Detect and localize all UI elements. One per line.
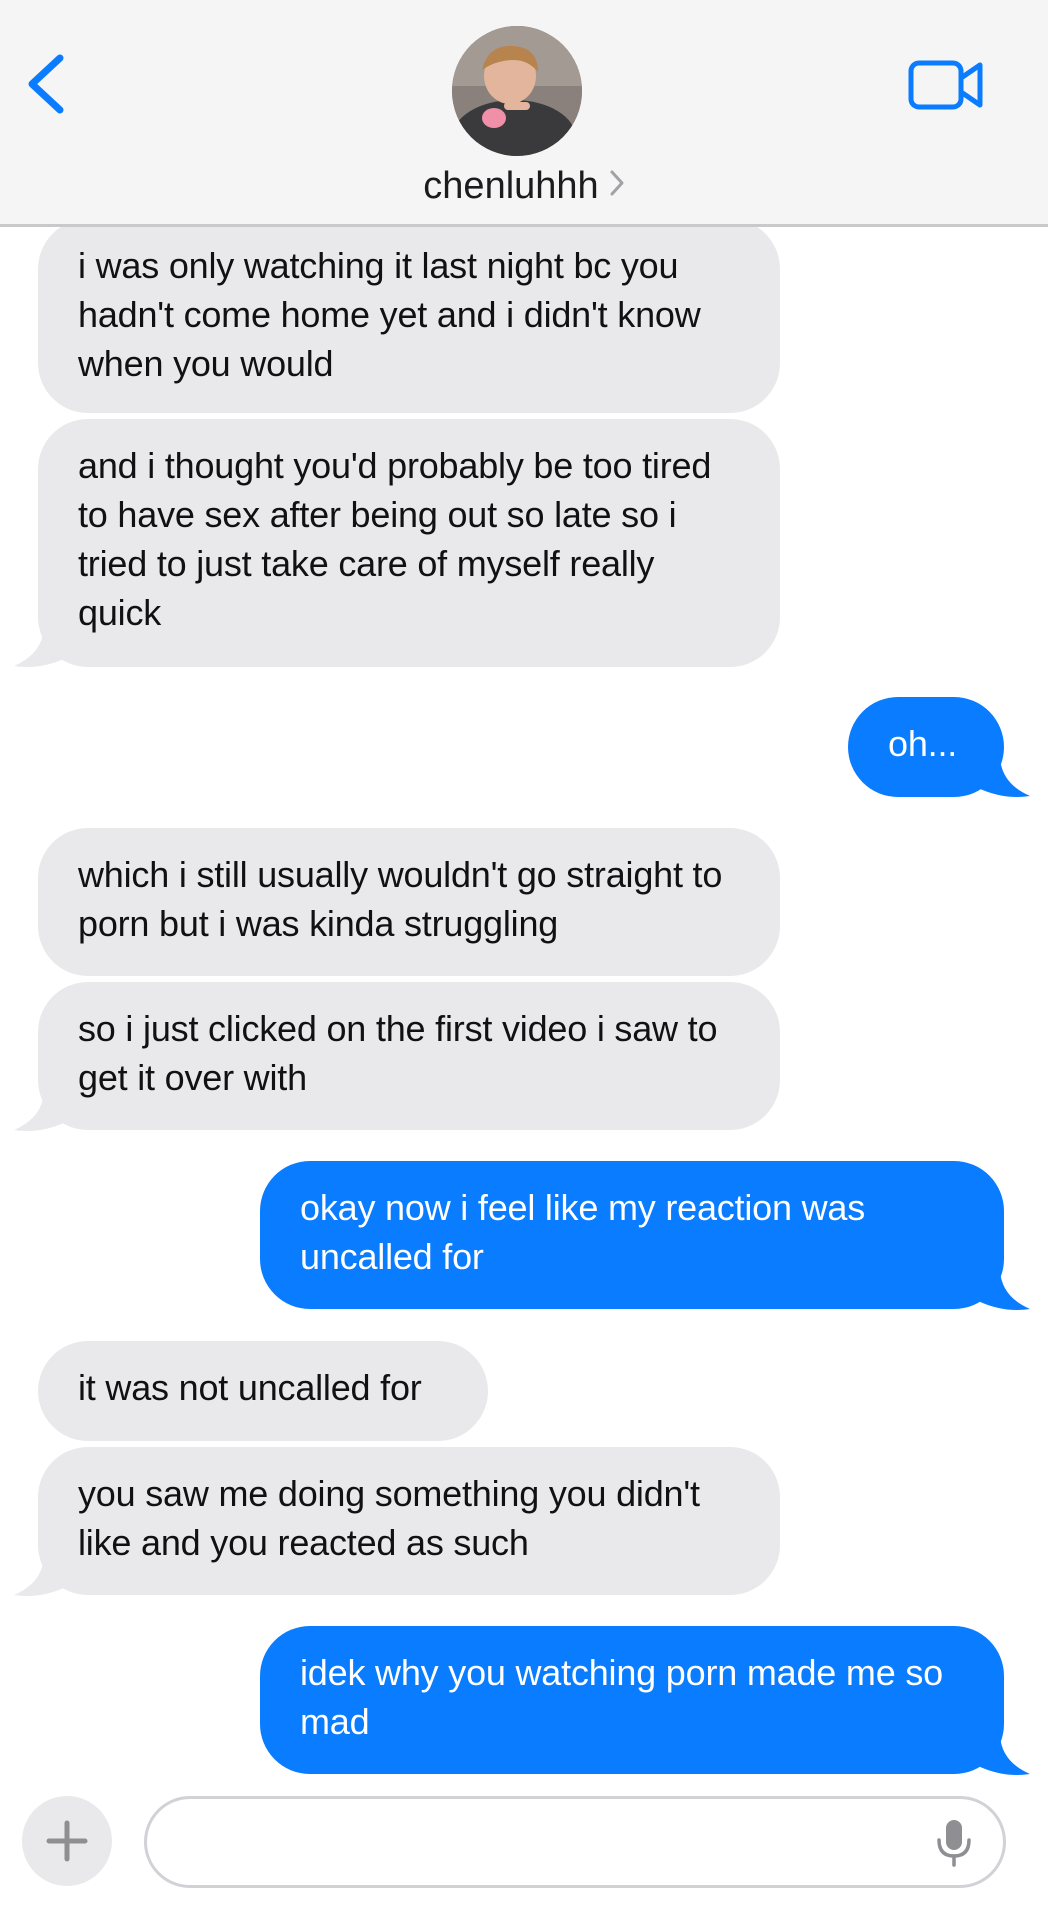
plus-icon: [46, 1820, 88, 1862]
apps-plus-button[interactable]: [22, 1796, 112, 1886]
contact-name-button[interactable]: chenluhhh: [0, 160, 1048, 212]
incoming-message[interactable]: you saw me doing something you didn't li…: [38, 1447, 780, 1595]
message-text: idek why you watching porn made me so ma…: [300, 1652, 943, 1742]
message-text: i was only watching it last night bc you…: [78, 245, 701, 384]
incoming-message[interactable]: i was only watching it last night bc you…: [38, 219, 780, 413]
bubble-tail: [14, 1092, 66, 1131]
bubble-tail: [978, 1736, 1030, 1775]
dictation-button[interactable]: [934, 1818, 974, 1868]
message-text: okay now i feel like my reaction was unc…: [300, 1187, 866, 1277]
message-text: and i thought you'd probably be too tire…: [78, 445, 712, 633]
incoming-message[interactable]: it was not uncalled for: [38, 1341, 488, 1441]
bubble-tail: [978, 1271, 1030, 1310]
message-text: so i just clicked on the first video i s…: [78, 1008, 718, 1098]
contact-name: chenluhhh: [423, 165, 599, 207]
message-text: oh...: [888, 723, 958, 764]
incoming-message[interactable]: which i still usually wouldn't go straig…: [38, 828, 780, 976]
outgoing-message[interactable]: okay now i feel like my reaction was unc…: [260, 1161, 1004, 1309]
video-call-button[interactable]: [908, 58, 984, 112]
message-text: you saw me doing something you didn't li…: [78, 1473, 700, 1563]
back-button[interactable]: [22, 52, 72, 116]
microphone-icon: [937, 1820, 971, 1867]
chevron-left-icon: [28, 54, 64, 114]
incoming-message[interactable]: and i thought you'd probably be too tire…: [38, 419, 780, 667]
message-text: which i still usually wouldn't go straig…: [78, 854, 723, 944]
conversation-header: chenluhhh: [0, 0, 1048, 227]
chevron-right-icon: [609, 159, 625, 211]
avatar-photo: [452, 26, 582, 156]
incoming-message[interactable]: so i just clicked on the first video i s…: [38, 982, 780, 1130]
bubble-tail: [14, 1557, 66, 1596]
video-camera-icon: [908, 60, 983, 110]
message-text: it was not uncalled for: [78, 1367, 422, 1408]
outgoing-message[interactable]: idek why you watching porn made me so ma…: [260, 1626, 1004, 1774]
message-input[interactable]: [144, 1796, 1006, 1888]
bubble-tail: [978, 758, 1030, 797]
messages-screen: chenluhhh i was only watching it last ni…: [0, 0, 1048, 1920]
bubble-tail: [14, 628, 66, 667]
contact-avatar[interactable]: [452, 26, 582, 156]
